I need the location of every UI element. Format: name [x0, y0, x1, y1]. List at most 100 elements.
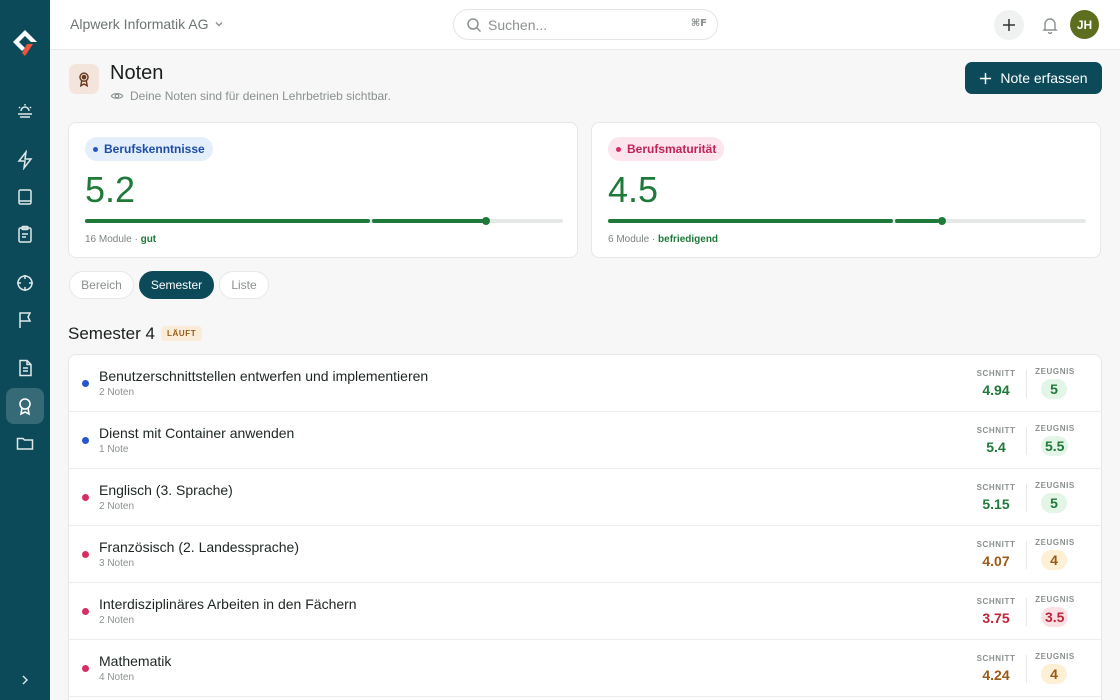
- average-label: SCHNITT: [976, 483, 1016, 492]
- meta-separator: ·: [131, 234, 141, 245]
- average-value: 3.75: [982, 610, 1010, 626]
- progress-segment: [372, 219, 484, 223]
- page-subtitle: Deine Noten sind für deinen Lehrbetrieb …: [110, 89, 391, 103]
- organization-switcher[interactable]: Alpwerk Informatik AG: [70, 16, 225, 32]
- status-badge: LÄUFT: [161, 326, 203, 341]
- category-dot: [93, 146, 98, 152]
- average-label: SCHNITT: [976, 369, 1016, 378]
- list-item[interactable]: Benutzerschnittstellen entwerfen und imp…: [69, 355, 1101, 412]
- average-value: 4.24: [982, 667, 1010, 683]
- average-value: 5.15: [982, 496, 1010, 512]
- search-input[interactable]: [488, 15, 678, 35]
- average-value: 4.5: [608, 169, 659, 210]
- category-dot: [616, 146, 621, 152]
- tab-bereich[interactable]: Bereich: [69, 271, 134, 299]
- add-grade-label: Note erfassen: [1000, 70, 1088, 86]
- organization-name: Alpwerk Informatik AG: [70, 16, 209, 32]
- nav-folder-icon[interactable]: [6, 425, 44, 461]
- grade-count: 4 Noten: [99, 672, 135, 683]
- card-meta: 6 Module · befriedigend: [608, 234, 718, 245]
- page-title: Noten: [110, 62, 164, 84]
- category-dot: [82, 551, 89, 558]
- category-dot: [82, 437, 89, 444]
- average-value: 5.2: [85, 169, 136, 210]
- report-label: ZEUGNIS: [1035, 538, 1075, 547]
- module-count: 6 Module: [608, 234, 650, 245]
- report-label: ZEUGNIS: [1035, 595, 1075, 604]
- module-name: Benutzerschnittstellen entwerfen und imp…: [99, 368, 429, 384]
- module-name: Interdisziplinäres Arbeiten in den Fäche…: [99, 596, 357, 612]
- progress-marker: [938, 217, 946, 225]
- nav-dashboard-icon[interactable]: [6, 93, 44, 129]
- category-dot: [82, 494, 89, 501]
- progress-segment: [608, 219, 893, 223]
- expand-sidebar-icon[interactable]: [15, 670, 35, 690]
- nav-bolt-icon[interactable]: [6, 142, 44, 178]
- module-name: Mathematik: [99, 653, 172, 669]
- nav-target-icon[interactable]: [6, 265, 44, 301]
- category-badge: Berufsmaturität: [608, 137, 725, 161]
- nav-flag-icon[interactable]: [6, 302, 44, 338]
- list-item[interactable]: Mathematik 4 Noten SCHNITT 4.24 ZEUGNIS …: [69, 640, 1101, 697]
- progress-marker: [482, 217, 490, 225]
- report-grade-badge: 5.5: [1041, 436, 1069, 456]
- report-label: ZEUGNIS: [1035, 481, 1075, 490]
- search-box[interactable]: ⌘F: [453, 9, 718, 40]
- progress-track: [85, 217, 563, 225]
- award-icon: [69, 64, 99, 94]
- category-label: Berufsmaturität: [627, 142, 717, 156]
- list-item[interactable]: Dienst mit Container anwenden 1 Note SCH…: [69, 412, 1101, 469]
- list-item[interactable]: Französisch (2. Landessprache) 3 Noten S…: [69, 526, 1101, 583]
- card-meta: 16 Module · gut: [85, 234, 156, 245]
- add-button[interactable]: [994, 10, 1024, 40]
- chevron-down-icon: [215, 22, 222, 27]
- quality-label: befriedigend: [658, 234, 719, 245]
- category-dot: [82, 665, 89, 672]
- module-name: Französisch (2. Landessprache): [99, 539, 299, 555]
- sidebar: [0, 0, 50, 700]
- report-grade-badge: 5: [1041, 379, 1067, 399]
- app-logo[interactable]: [10, 28, 40, 58]
- notifications-icon[interactable]: [1040, 15, 1060, 35]
- category-badge: Berufskenntnisse: [85, 137, 213, 161]
- module-name: Dienst mit Container anwenden: [99, 425, 295, 441]
- list-item[interactable]: Interdisziplinäres Arbeiten in den Fäche…: [69, 583, 1101, 640]
- category-dot: [82, 608, 89, 615]
- nav-document-icon[interactable]: [6, 350, 44, 386]
- nav-clipboard-icon[interactable]: [6, 216, 44, 252]
- plus-icon: [1003, 19, 1015, 31]
- grade-count: 3 Noten: [99, 558, 135, 569]
- progress-segment: [85, 219, 370, 223]
- category-label: Berufskenntnisse: [104, 142, 205, 156]
- tab-semester[interactable]: Semester: [139, 271, 214, 299]
- summary-card-berufsmaturitaet[interactable]: Berufsmaturität 4.5 6 Module · befriedig…: [591, 122, 1101, 258]
- search-shortcut: ⌘F: [690, 18, 707, 29]
- tab-liste[interactable]: Liste: [219, 271, 269, 299]
- list-item[interactable]: Englisch (3. Sprache) 2 Noten SCHNITT 5.…: [69, 469, 1101, 526]
- report-grade-badge: 3.5: [1041, 607, 1069, 627]
- average-value: 4.07: [982, 553, 1010, 569]
- average-label: SCHNITT: [976, 540, 1016, 549]
- report-label: ZEUGNIS: [1035, 367, 1075, 376]
- average-label: SCHNITT: [976, 654, 1016, 663]
- quality-label: gut: [140, 234, 157, 245]
- nav-book-icon[interactable]: [6, 179, 44, 215]
- average-label: SCHNITT: [976, 597, 1016, 606]
- nav-award-icon[interactable]: [6, 388, 44, 424]
- average-value: 5.4: [986, 439, 1006, 455]
- average-label: SCHNITT: [976, 426, 1016, 435]
- avatar[interactable]: JH: [1070, 10, 1099, 39]
- grade-count: 2 Noten: [99, 501, 135, 512]
- visibility-note: Deine Noten sind für deinen Lehrbetrieb …: [130, 89, 391, 103]
- report-label: ZEUGNIS: [1035, 652, 1075, 661]
- search-icon: [467, 18, 482, 33]
- report-label: ZEUGNIS: [1035, 424, 1075, 433]
- report-grade-badge: 5: [1041, 493, 1067, 513]
- add-grade-button[interactable]: Note erfassen: [965, 62, 1102, 94]
- module-list: Benutzerschnittstellen entwerfen und imp…: [68, 354, 1102, 700]
- meta-separator: ·: [649, 234, 659, 245]
- module-count: 16 Module: [85, 234, 132, 245]
- report-grade-badge: 4: [1041, 550, 1067, 570]
- summary-card-berufskenntnisse[interactable]: Berufskenntnisse 5.2 16 Module · gut: [68, 122, 578, 258]
- average-value: 4.94: [982, 382, 1010, 398]
